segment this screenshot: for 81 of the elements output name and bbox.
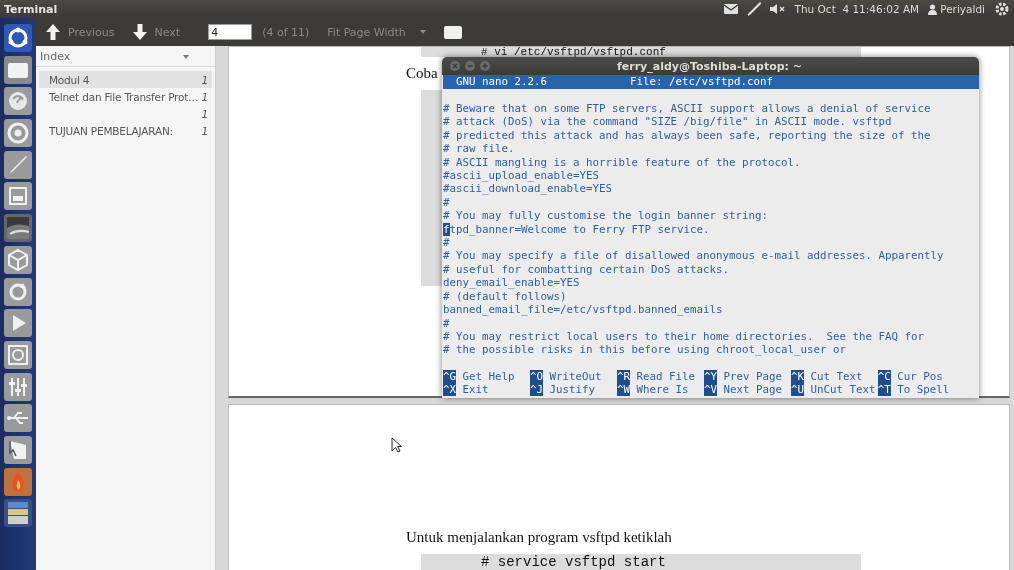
code-line: # You may restrict local users to their home directories. See the FAQ for: [443, 329, 926, 344]
code-line: # useful for combatting certain DoS attacks.: [443, 262, 730, 277]
body-text: Coba: [406, 65, 438, 82]
shortcut-hint: ^W Where Is: [616, 383, 690, 397]
shortcut-hint: ^U UnCut Text: [790, 383, 877, 397]
page-number: 1: [201, 107, 208, 120]
pen-icon[interactable]: [4, 150, 32, 179]
mouse-pointer-icon: [391, 437, 402, 453]
code-line: # attack (DoS) via the command "SIZE /big/file" in ASCII mode. vsftpd: [443, 115, 893, 129]
dropdown-arrow-icon: [419, 30, 426, 34]
dropdown-arrow-icon: [183, 54, 189, 59]
power-gear-icon[interactable]: [994, 1, 1010, 17]
page-count: (4 of 11): [262, 25, 310, 39]
code-line: deny_email_enable=YES: [443, 276, 581, 290]
cube-icon[interactable]: [4, 245, 32, 274]
code-line: # You may specify a file of disallowed anonymous e-mail addresses. Apparently: [443, 249, 945, 263]
file-name: File: /etc/vsftpd.conf: [630, 75, 773, 89]
sliders-icon[interactable]: [4, 372, 32, 401]
browser-icon[interactable]: [4, 119, 32, 148]
index-item[interactable]: Telnet dan File Transfer Prot… 1: [39, 88, 212, 105]
index-item[interactable]: Modul 4 1: [39, 71, 212, 88]
window-title: ferry_aldy@Toshiba-Laptop: ~: [615, 59, 804, 73]
item-title: Telnet dan File Transfer Prot…: [49, 90, 199, 103]
shortcut-hint: ^G Get Help: [443, 369, 516, 384]
code-block: # vi /etc/vsftpd/vsftpd.conf: [421, 47, 861, 57]
ubuntu-logo-icon[interactable]: [4, 24, 32, 52]
page-number-field[interactable]: 4: [208, 24, 253, 40]
folder-icon: [443, 25, 462, 39]
index-item[interactable]: 1: [39, 105, 212, 122]
code-line: # ASCII mangling is a horrible feature of the protocol.: [443, 155, 802, 170]
folder-icon[interactable]: [4, 55, 32, 84]
camera-lens-icon[interactable]: [4, 340, 32, 369]
code-line: # predicted this attack and has always been safe, reporting the size of the: [443, 128, 932, 143]
scanner-icon[interactable]: [4, 182, 32, 211]
code-line: # You may fully customise the login banner string:: [443, 209, 769, 223]
code-line: #: [443, 236, 451, 250]
shortcut-hint: ^V Next Page: [703, 383, 783, 397]
clock[interactable]: Thu Oct 4 11:46:02 AM: [794, 3, 920, 15]
editor-version: GNU nano 2.2.6: [456, 75, 548, 89]
pen-icon[interactable]: [746, 2, 761, 16]
usb-icon[interactable]: [4, 404, 32, 433]
stacked-apps-icon[interactable]: [4, 499, 32, 528]
up-arrow-icon: [46, 24, 60, 40]
open-folder-button[interactable]: [441, 25, 464, 39]
shortcut-hint: ^R Read File: [616, 369, 696, 384]
shortcut-hint: ^Y Prev Page: [703, 369, 783, 384]
shortcut-hint: ^K Cut Text: [790, 369, 864, 384]
shortcut-hint: ^T To Spell: [877, 383, 951, 397]
body-text: Untuk menjalankan program vsftpd ketiklah: [406, 529, 673, 546]
code-line: #: [443, 316, 451, 330]
user-name[interactable]: Periyaldi: [940, 3, 985, 15]
page-number: 1: [201, 90, 208, 103]
index-dropdown[interactable]: Index: [36, 46, 215, 67]
code-line: # Beware that on some FTP servers, ASCII support allows a denial of service: [443, 102, 932, 116]
code-line: # (default follows): [443, 289, 568, 304]
shortcut-hint: ^C Cur Pos: [877, 369, 944, 384]
code-line: # the possible risks in this before using chroot_local_user or: [443, 343, 848, 357]
flame-icon[interactable]: [4, 467, 32, 496]
shortcut-hint: ^J Justify: [529, 383, 596, 397]
code-line: ftpd_banner=Welcome to Ferry FTP service.: [443, 222, 711, 237]
shortcut-hint: ^X Exit: [443, 383, 490, 397]
window-title: Terminal: [4, 2, 58, 16]
dropdown-label: Index: [40, 50, 71, 63]
item-title: Modul 4: [49, 73, 90, 86]
play-icon[interactable]: [4, 309, 32, 338]
code-line: #: [443, 195, 451, 210]
code-line: #ascii_download_enable=YES: [443, 182, 613, 196]
page-number: 1: [201, 124, 208, 137]
mail-icon[interactable]: [723, 4, 738, 14]
code-line: banned_email_file=/etc/vsftpd.banned_emails: [443, 303, 724, 317]
code-line: #ascii_upload_enable=YES: [443, 169, 600, 183]
photo-thumbnail-icon[interactable]: [4, 214, 32, 243]
down-arrow-icon: [132, 24, 147, 40]
shortcut-hint: ^O WriteOut: [529, 369, 603, 384]
item-title: TUJUAN PEMBELAJARAN:: [49, 124, 173, 137]
page-number: 1: [201, 73, 208, 86]
index-item[interactable]: TUJUAN PEMBELAJARAN: 1: [39, 122, 212, 139]
user-icon[interactable]: [928, 3, 938, 15]
code-line: # raw file.: [443, 142, 516, 156]
muted-speaker-icon[interactable]: [769, 3, 786, 15]
code-block: # service vsftpd start: [421, 554, 861, 570]
